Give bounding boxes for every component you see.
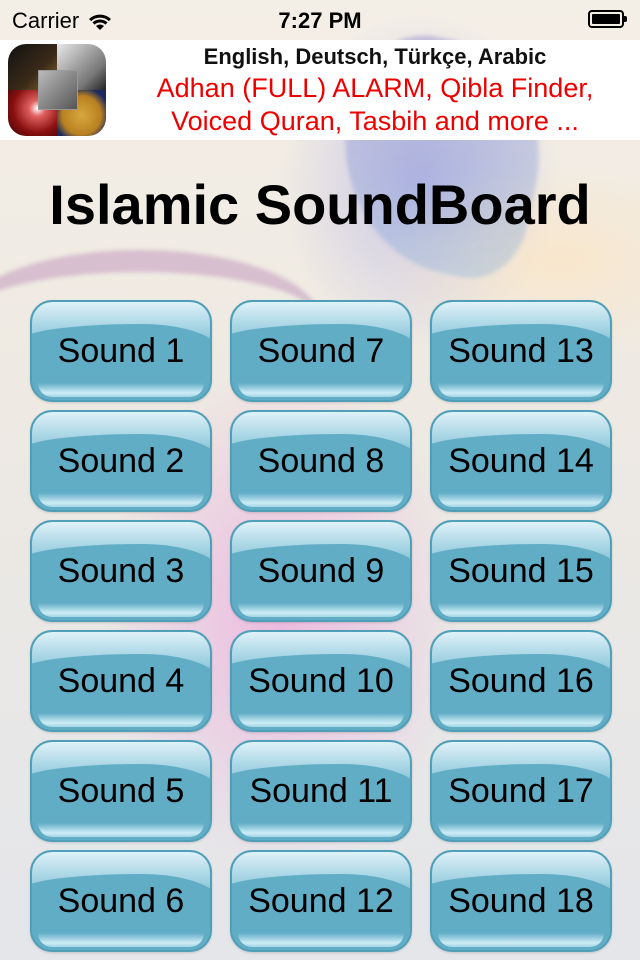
sound-button-10[interactable]: Sound 10 <box>230 630 412 732</box>
button-gloss-bottom <box>438 713 604 727</box>
sound-button-label: Sound 14 <box>448 442 594 480</box>
sound-button-label: Sound 1 <box>57 332 185 370</box>
sound-button-label: Sound 9 <box>257 552 385 590</box>
button-gloss-bottom <box>238 713 404 727</box>
sound-button-14[interactable]: Sound 14 <box>430 410 612 512</box>
button-gloss-bottom <box>238 603 404 617</box>
sound-button-1[interactable]: Sound 1 <box>30 300 212 402</box>
sound-button-label: Sound 18 <box>448 882 594 920</box>
sound-button-label: Sound 3 <box>57 552 185 590</box>
button-gloss-bottom <box>38 713 204 727</box>
button-gloss-bottom <box>38 823 204 837</box>
sound-button-label: Sound 5 <box>57 772 185 810</box>
sound-button-label: Sound 7 <box>257 332 385 370</box>
button-gloss-bottom <box>438 603 604 617</box>
sound-button-5[interactable]: Sound 5 <box>30 740 212 842</box>
button-gloss-bottom <box>238 383 404 397</box>
sound-button-label: Sound 6 <box>57 882 185 920</box>
button-gloss-bottom <box>38 603 204 617</box>
sound-button-label: Sound 2 <box>57 442 185 480</box>
sound-grid: Sound 1 Sound 2 Sound 3 Sound 4 Sound 5 Sound… <box>0 0 640 960</box>
sound-button-label: Sound 10 <box>248 662 394 700</box>
sound-button-16[interactable]: Sound 16 <box>430 630 612 732</box>
sound-button-17[interactable]: Sound 17 <box>430 740 612 842</box>
sound-button-7[interactable]: Sound 7 <box>230 300 412 402</box>
sound-button-9[interactable]: Sound 9 <box>230 520 412 622</box>
sound-button-label: Sound 12 <box>248 882 394 920</box>
button-gloss-bottom <box>438 493 604 507</box>
sound-button-3[interactable]: Sound 3 <box>30 520 212 622</box>
sound-button-6[interactable]: Sound 6 <box>30 850 212 952</box>
sound-button-13[interactable]: Sound 13 <box>430 300 612 402</box>
button-gloss-bottom <box>438 823 604 837</box>
sound-button-8[interactable]: Sound 8 <box>230 410 412 512</box>
button-gloss-bottom <box>238 933 404 947</box>
sound-button-label: Sound 11 <box>249 772 393 810</box>
button-gloss-bottom <box>438 383 604 397</box>
button-gloss-bottom <box>438 933 604 947</box>
button-gloss-bottom <box>38 493 204 507</box>
sound-button-15[interactable]: Sound 15 <box>430 520 612 622</box>
sound-button-label: Sound 17 <box>448 772 594 810</box>
sound-button-label: Sound 16 <box>448 662 594 700</box>
sound-button-2[interactable]: Sound 2 <box>30 410 212 512</box>
button-gloss-bottom <box>238 823 404 837</box>
button-gloss-bottom <box>38 933 204 947</box>
sound-button-label: Sound 15 <box>448 552 594 590</box>
sound-button-4[interactable]: Sound 4 <box>30 630 212 732</box>
button-gloss-bottom <box>238 493 404 507</box>
sound-button-label: Sound 13 <box>448 332 594 370</box>
sound-button-label: Sound 4 <box>57 662 185 700</box>
button-gloss-bottom <box>38 383 204 397</box>
sound-button-11[interactable]: Sound 11 <box>230 740 412 842</box>
sound-button-12[interactable]: Sound 12 <box>230 850 412 952</box>
sound-button-18[interactable]: Sound 18 <box>430 850 612 952</box>
sound-button-label: Sound 8 <box>257 442 385 480</box>
